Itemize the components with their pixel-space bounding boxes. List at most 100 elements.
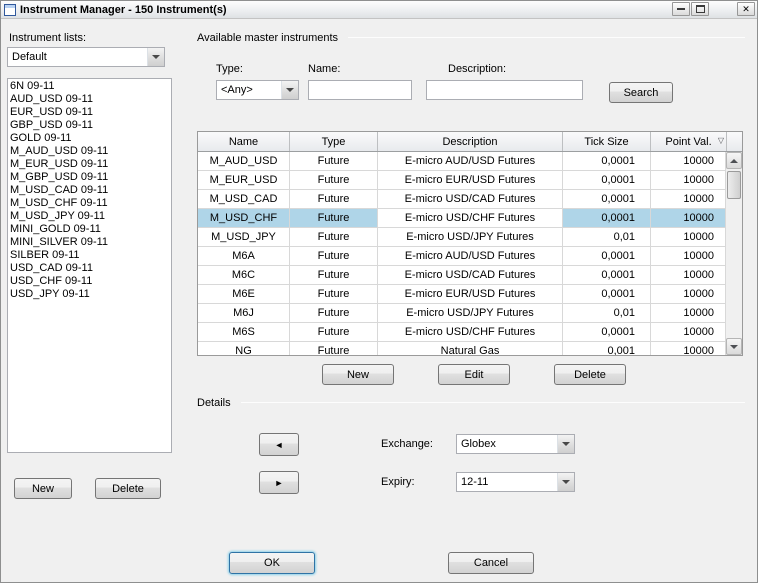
instrument-list-item[interactable]: M_GBP_USD 09-11: [8, 171, 171, 184]
exchange-dropdown[interactable]: Globex: [456, 434, 575, 454]
type-label: Type:: [216, 63, 243, 75]
table-row[interactable]: M_AUD_USD Future E-micro AUD/USD Futures 0,…: [198, 152, 742, 171]
name-input[interactable]: [308, 80, 412, 100]
column-header-ticksize[interactable]: Tick Size: [563, 132, 651, 151]
details-group-label: Details: [197, 397, 231, 409]
column-header-pointval[interactable]: Point Val. ▽: [651, 132, 727, 151]
table-row[interactable]: M_USD_CHF Future E-micro USD/CHF Futures 0,…: [198, 209, 742, 228]
grid-body: M_AUD_USD Future E-micro AUD/USD Futures 0,…: [198, 152, 742, 355]
table-cell: Future: [290, 266, 378, 285]
instrument-list-item[interactable]: M_AUD_USD 09-11: [8, 145, 171, 158]
table-cell: M_AUD_USD: [198, 152, 290, 171]
table-cell: Natural Gas: [378, 342, 563, 355]
instrument-list-item[interactable]: USD_CHF 09-11: [8, 275, 171, 288]
list-delete-button[interactable]: Delete: [95, 478, 161, 499]
left-arrow-icon: ◄: [274, 439, 284, 450]
table-cell: Future: [290, 304, 378, 323]
table-vertical-scrollbar[interactable]: [725, 152, 742, 355]
instrument-lists-label: Instrument lists:: [9, 32, 87, 44]
table-cell: 10000: [651, 152, 727, 171]
list-new-button[interactable]: New: [14, 478, 72, 499]
table-cell: M6A: [198, 247, 290, 266]
details-divider: [241, 402, 745, 403]
table-header: Name Type Description Tick Size Point Va…: [198, 132, 742, 152]
instrument-list-item[interactable]: AUD_USD 09-11: [8, 93, 171, 106]
chevron-down-icon: [557, 435, 574, 453]
instrument-list-item[interactable]: 6N 09-11: [8, 80, 171, 93]
exchange-dropdown-value: Globex: [461, 438, 496, 450]
instrument-list-item[interactable]: GOLD 09-11: [8, 132, 171, 145]
window-controls: ✕: [671, 2, 755, 16]
table-cell: 0,01: [563, 304, 651, 323]
table-row[interactable]: M6E Future E-micro EUR/USD Futures 0,0001 10…: [198, 285, 742, 304]
description-input[interactable]: [426, 80, 583, 100]
search-button[interactable]: Search: [609, 82, 673, 103]
instrument-list-item[interactable]: MINI_SILVER 09-11: [8, 236, 171, 249]
instrument-list-item[interactable]: EUR_USD 09-11: [8, 106, 171, 119]
table-new-button[interactable]: New: [322, 364, 394, 385]
close-button[interactable]: ✕: [737, 2, 755, 16]
table-cell: 0,0001: [563, 266, 651, 285]
instrument-list-item[interactable]: M_USD_JPY 09-11: [8, 210, 171, 223]
column-header-type[interactable]: Type: [290, 132, 378, 151]
instrument-list-item[interactable]: M_USD_CHF 09-11: [8, 197, 171, 210]
group-divider: [348, 37, 745, 38]
scrollbar-thumb[interactable]: [727, 171, 741, 199]
chevron-down-icon: [281, 81, 298, 99]
scroll-up-icon[interactable]: [726, 152, 742, 169]
column-header-name[interactable]: Name: [198, 132, 290, 151]
table-row[interactable]: M_EUR_USD Future E-micro EUR/USD Futures 0,…: [198, 171, 742, 190]
table-cell: 0,0001: [563, 171, 651, 190]
instrument-list-item[interactable]: USD_JPY 09-11: [8, 288, 171, 301]
table-cell: Future: [290, 190, 378, 209]
table-cell: 0,0001: [563, 323, 651, 342]
instrument-list-dropdown[interactable]: Default: [7, 47, 165, 67]
minimize-button[interactable]: [672, 2, 690, 16]
table-cell: 10000: [651, 304, 727, 323]
table-cell: M6C: [198, 266, 290, 285]
instrument-list-item[interactable]: M_USD_CAD 09-11: [8, 184, 171, 197]
instrument-list-item[interactable]: GBP_USD 09-11: [8, 119, 171, 132]
table-row[interactable]: NG Future Natural Gas 0,001 10000: [198, 342, 742, 355]
move-left-button[interactable]: ◄: [259, 433, 299, 456]
table-cell: M6E: [198, 285, 290, 304]
table-cell: M6J: [198, 304, 290, 323]
instrument-list-item[interactable]: MINI_GOLD 09-11: [8, 223, 171, 236]
table-cell: E-micro USD/CHF Futures: [378, 209, 563, 228]
cancel-button[interactable]: Cancel: [448, 552, 534, 574]
table-cell: NG: [198, 342, 290, 355]
instrument-list-item[interactable]: M_EUR_USD 09-11: [8, 158, 171, 171]
chevron-down-icon: [147, 48, 164, 66]
maximize-button[interactable]: [691, 2, 709, 16]
window-title: Instrument Manager - 150 Instrument(s): [20, 3, 227, 16]
table-row[interactable]: M_USD_CAD Future E-micro USD/CAD Futures 0,…: [198, 190, 742, 209]
table-row[interactable]: M6A Future E-micro AUD/USD Futures 0,0001 10…: [198, 247, 742, 266]
table-row[interactable]: M_USD_JPY Future E-micro USD/JPY Futures 0,…: [198, 228, 742, 247]
description-label: Description:: [448, 63, 507, 75]
right-arrow-icon: ►: [274, 477, 284, 488]
table-cell: 0,0001: [563, 152, 651, 171]
ok-button[interactable]: OK: [229, 552, 315, 574]
table-cell: Future: [290, 285, 378, 304]
table-row[interactable]: M6J Future E-micro USD/JPY Futures 0,01 1000…: [198, 304, 742, 323]
column-header-description[interactable]: Description: [378, 132, 563, 151]
table-row[interactable]: M6C Future E-micro USD/CAD Futures 0,0001 10…: [198, 266, 742, 285]
instrument-listbox[interactable]: 6N 09-11 AUD_USD 09-11 EUR_USD 09-11 GBP_US…: [7, 78, 172, 453]
type-dropdown[interactable]: <Any>: [216, 80, 299, 100]
table-cell: 10000: [651, 323, 727, 342]
instrument-list-item[interactable]: USD_CAD 09-11: [8, 262, 171, 275]
table-row[interactable]: M6S Future E-micro USD/CHF Futures 0,0001 10…: [198, 323, 742, 342]
exchange-label: Exchange:: [381, 438, 433, 450]
expiry-dropdown[interactable]: 12-11: [456, 472, 575, 492]
table-cell: 0,0001: [563, 190, 651, 209]
scroll-down-icon[interactable]: [726, 338, 742, 355]
move-right-button[interactable]: ►: [259, 471, 299, 494]
master-instruments-table[interactable]: Name Type Description Tick Size Point Va…: [197, 131, 743, 356]
table-edit-button[interactable]: Edit: [438, 364, 510, 385]
table-cell: Future: [290, 152, 378, 171]
table-delete-button[interactable]: Delete: [554, 364, 626, 385]
instrument-list-item[interactable]: SILBER 09-11: [8, 249, 171, 262]
table-cell: E-micro AUD/USD Futures: [378, 152, 563, 171]
table-cell: E-micro EUR/USD Futures: [378, 285, 563, 304]
app-icon: [4, 3, 16, 16]
